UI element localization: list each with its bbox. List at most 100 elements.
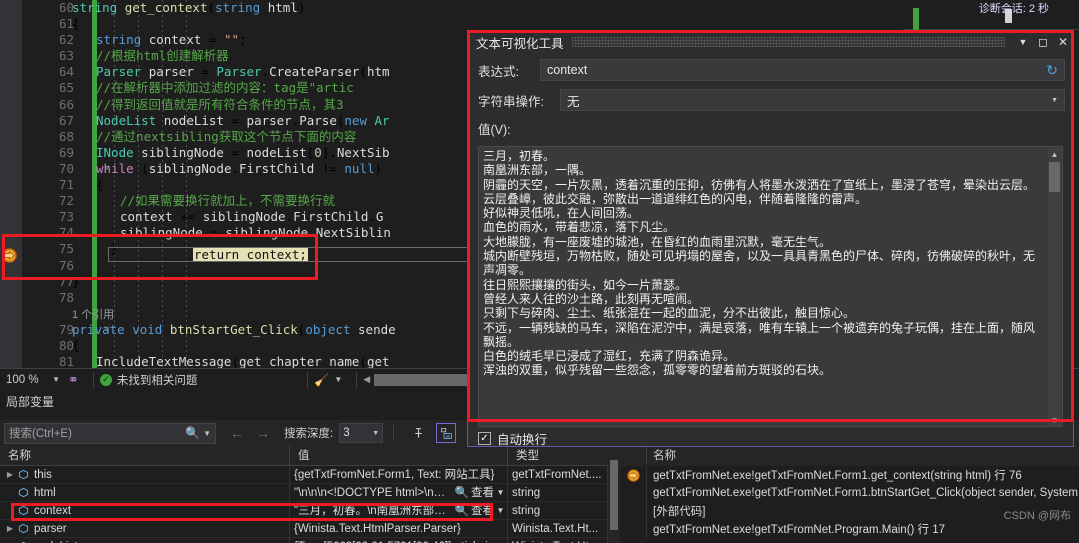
line-number: 78 (58, 289, 74, 305)
search-depth-select[interactable]: 3 ▼ (339, 423, 384, 443)
text-visualizer-dialog[interactable]: 文本可视化工具 ▼ ◻ ✕ 表达式: context ↻ 字符串操作: 无 ▼ … (467, 30, 1074, 447)
variable-value: {Top: {5663[00,01,5701[00,46]}...ticle.i… (294, 538, 507, 543)
chevron-down-icon[interactable]: ▼ (1051, 97, 1058, 104)
line-number: 70 (58, 160, 74, 176)
chevron-down-icon[interactable]: ▼ (334, 375, 342, 384)
code-text: } (72, 273, 80, 289)
dialog-drag-grip[interactable] (571, 37, 1005, 47)
column-header-type[interactable]: 类型 (508, 446, 623, 465)
code-text: //得到返回值就是所有符合条件的节点，其3 (96, 96, 344, 112)
close-icon[interactable]: ✕ (1053, 33, 1073, 51)
code-text: INode siblingNode = nodeList[0].NextSib (96, 144, 390, 160)
variable-value: {getTxtFromNet.Form1, Text: 网站工具} (294, 468, 495, 481)
executing-statement: return context; (193, 247, 308, 262)
word-wrap-checkbox[interactable]: ✓ (478, 432, 491, 445)
row-expander[interactable]: ▶ (4, 466, 16, 484)
line-number: 66 (58, 96, 74, 112)
view-value-button[interactable]: 🔍 查看 (455, 502, 494, 520)
expression-input[interactable]: context ↻ (540, 59, 1065, 81)
line-number: 75 (58, 241, 74, 257)
chevron-down-icon[interactable]: ▼ (203, 429, 211, 438)
current-frame-indicator (621, 466, 647, 484)
zoom-level-selector[interactable]: 100 % ▼ (0, 370, 66, 390)
app-root: 60 string get_context(string html) 61{62st… (0, 0, 1079, 543)
stack-frame-text: getTxtFromNet.exe!getTxtFromNet.Program.… (653, 524, 946, 536)
row-expander[interactable]: ▶ (4, 520, 16, 538)
line-number: 74 (58, 225, 74, 241)
line-number: 76 (58, 257, 74, 273)
callstack-panel[interactable]: 名称 getTxtFromNet.exe!getTxtFromNet.Form1… (621, 446, 1079, 543)
current-frame-indicator (621, 502, 647, 520)
prev-match-button[interactable]: ← (230, 425, 244, 441)
intellicode-icon[interactable]: ⚭ (68, 372, 79, 388)
value-text-lines: 三月，初春。 南凰洲东部，一隅。 阴霾的天空，一片灰黑，透着沉重的压抑，彷佛有人将墨… (483, 149, 1043, 378)
chevron-down-icon[interactable]: ▼ (1013, 33, 1033, 51)
code-text: string context = ""; (96, 32, 247, 48)
text-line: 三月，初春。 (483, 149, 556, 163)
chevron-down-icon[interactable]: ▼ (494, 484, 507, 502)
text-line: 曾经人来人往的沙土路，此刻再无喧闹。 (483, 291, 700, 306)
text-line: 血色的雨水，带着悲凉，落下凡尘。 (483, 220, 676, 235)
issue-status-text: 未找到相关问题 (116, 374, 198, 387)
code-text: //在解析器中添加过滤的内容：tag是"artic (96, 80, 354, 96)
column-header-name[interactable]: 名称 (0, 446, 290, 465)
variable-type: string (512, 486, 541, 499)
text-line: 只剩下与碎肉、尘土、纸张混在一起的血泥，分不出彼此，触目惊心。 (483, 306, 856, 321)
text-line: 城内断壁残垣，万物枯败，随处可见坍塌的屋舍，以及一具具青黑色的尸体、碎肉，彷佛破… (483, 249, 1036, 278)
callstack-column-name: 名称 (653, 450, 676, 462)
search-icon[interactable]: 🔍 (185, 426, 200, 440)
line-number: 77 (58, 273, 74, 289)
text-line: 大地朦胧，有一座废墟的城池，在昏红的血雨里沉默，毫无生气。 (483, 234, 832, 249)
textarea-scrollbar[interactable]: ▲ ▼ (1048, 148, 1061, 426)
scroll-down-icon[interactable]: ▼ (1048, 414, 1061, 426)
current-frame-indicator (621, 484, 647, 502)
word-wrap-row[interactable]: ✓ 自动换行 (478, 429, 547, 448)
diagnostic-session-label: 诊断会话: 2 秒 (978, 3, 1049, 15)
list-item[interactable]: getTxtFromNet.exe!getTxtFromNet.Form1.ge… (621, 466, 1079, 484)
expression-label: 表达式: (478, 64, 519, 79)
code-text: string get_context(string html) (72, 0, 306, 15)
scroll-left-icon[interactable]: ◀ (363, 374, 370, 385)
code-text: context += siblingNode.FirstChild.G (120, 209, 384, 225)
maximize-icon[interactable]: ◻ (1033, 33, 1053, 51)
code-text: while (siblingNode.FirstChild != null) (96, 160, 383, 176)
stack-frame-text: getTxtFromNet.exe!getTxtFromNet.Form1.ge… (653, 470, 1022, 482)
chevron-down-icon[interactable]: ▼ (494, 502, 507, 520)
row-expander[interactable]: ▶ (4, 538, 16, 543)
hex-display-icon[interactable]: ab (436, 423, 457, 443)
string-operation-select[interactable]: 无 ▼ (560, 89, 1065, 111)
cleanup-brush-icon[interactable]: 🧹 (314, 373, 329, 387)
dialog-title-bar[interactable]: 文本可视化工具 ▼ ◻ ✕ (468, 31, 1073, 53)
locals-scrollbar[interactable] (608, 446, 620, 543)
diagnostics-green-bar (913, 8, 919, 30)
refresh-icon[interactable]: ↻ (1046, 62, 1058, 79)
line-number: 81 (58, 354, 74, 368)
line-number: 61 (58, 16, 74, 32)
next-match-button[interactable]: → (256, 425, 270, 441)
list-item[interactable]: getTxtFromNet.exe!getTxtFromNet.Form1.bt… (621, 484, 1079, 502)
magnifier-icon: 🔍 (454, 504, 469, 517)
scroll-up-icon[interactable]: ▲ (1048, 148, 1061, 161)
variable-icon (16, 505, 30, 516)
line-number: 67 (58, 112, 74, 128)
view-label: 查看 (471, 486, 494, 499)
text-line: 白色的绒毛早已浸成了湿红，充满了阴森诡异。 (483, 349, 736, 364)
value-label: 值(V): (478, 123, 511, 137)
string-operation-label: 字符串操作: (478, 94, 544, 109)
line-number: 60 (58, 0, 74, 15)
line-number: 62 (58, 32, 74, 48)
value-textarea[interactable]: 三月，初春。 南凰洲东部，一隅。 阴霾的天空，一片灰黑，透着沉重的压抑，彷佛有人将墨… (478, 146, 1063, 427)
variable-value: {Winista.Text.HtmlParser.Parser} (294, 522, 461, 535)
search-input[interactable]: 搜索(Ctrl+E) 🔍 ▼ (4, 422, 216, 444)
column-header-value[interactable]: 值 (290, 446, 508, 465)
code-text: siblingNode = siblingNode.NextSiblin (120, 225, 391, 241)
chevron-down-icon: ▼ (52, 375, 60, 384)
watermark: CSDN @网布 (1003, 510, 1071, 522)
pin-icon[interactable] (408, 423, 428, 443)
text-line: 阴霾的天空，一片灰黑，透着沉重的压抑，彷佛有人将墨水泼洒在了宣纸上，墨浸了苍穹，… (483, 177, 1036, 192)
svg-text:ab: ab (445, 433, 450, 438)
line-number: 79 (58, 321, 74, 337)
view-value-button[interactable]: 🔍 查看 (455, 484, 494, 502)
variable-type: getTxtFromNet.... (512, 468, 602, 481)
callstack-rows[interactable]: getTxtFromNet.exe!getTxtFromNet.Form1.ge… (621, 466, 1079, 538)
